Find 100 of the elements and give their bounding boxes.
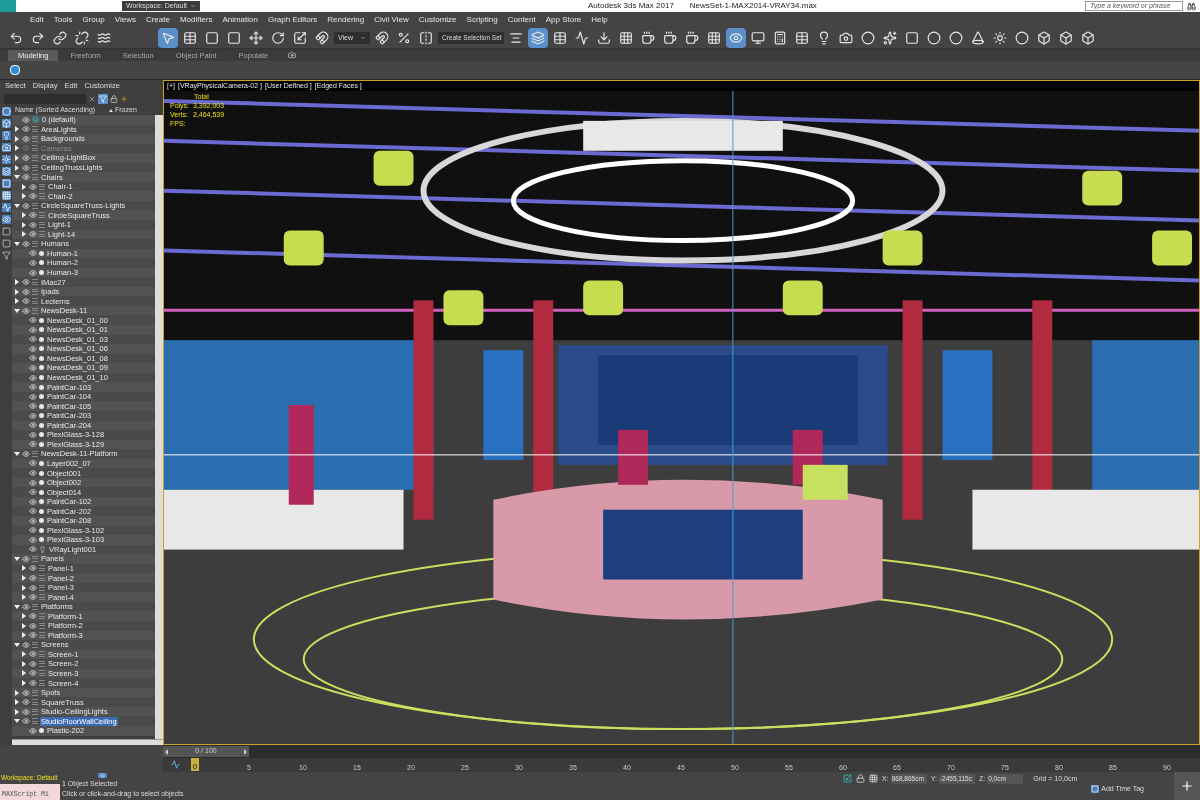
menu-item[interactable]: Rendering [327, 14, 365, 26]
cursor-icon[interactable] [158, 28, 178, 48]
visibility-eye-icon[interactable] [29, 516, 37, 525]
visibility-eye-icon[interactable] [22, 239, 30, 248]
menu-item[interactable]: Group [82, 14, 105, 26]
menu-item[interactable]: Customize [418, 14, 457, 26]
visibility-eye-icon[interactable] [29, 679, 37, 688]
menu-item[interactable]: Content [507, 14, 536, 26]
visibility-eye-icon[interactable] [22, 449, 30, 458]
curve-icon[interactable] [171, 760, 180, 769]
visibility-eye-icon[interactable] [29, 421, 37, 430]
lightbulb-icon [39, 545, 46, 553]
menu-item[interactable]: Graph Editors [267, 14, 318, 26]
visibility-eye-icon[interactable] [22, 153, 30, 162]
visibility-eye-icon[interactable] [22, 707, 30, 716]
visibility-eye-icon[interactable] [29, 488, 37, 497]
visibility-eye-icon[interactable] [29, 430, 37, 439]
layer-icon [39, 575, 45, 581]
visibility-eye-icon[interactable] [29, 593, 37, 602]
layer-icon [39, 231, 45, 238]
visibility-eye-icon[interactable] [29, 344, 37, 353]
vertical-scrollbar[interactable] [155, 115, 163, 739]
visibility-eye-icon[interactable] [29, 621, 37, 630]
visibility-eye-icon[interactable] [29, 612, 37, 621]
link-icon[interactable] [50, 28, 70, 48]
layer-icon [39, 632, 45, 639]
menu-item[interactable]: Edit [30, 14, 44, 26]
layer-icon [32, 641, 38, 648]
visibility-eye-icon[interactable] [29, 507, 37, 516]
layer-icon [39, 660, 45, 667]
visibility-eye-icon[interactable] [22, 306, 30, 315]
layer-icon [39, 565, 45, 572]
menu-item[interactable]: Views [114, 14, 136, 26]
isolate-icon[interactable] [843, 774, 853, 783]
layer-icon [39, 622, 45, 629]
visibility-eye-icon[interactable] [22, 278, 30, 287]
clear-icon[interactable] [88, 95, 96, 103]
left-caret-icon [165, 748, 168, 755]
visibility-eye-icon[interactable] [29, 192, 37, 201]
menu-item[interactable]: Civil View [374, 14, 409, 26]
visibility-eye-icon[interactable] [29, 659, 37, 668]
menu-item[interactable]: Modifiers [179, 14, 213, 26]
lock-icon[interactable] [110, 95, 118, 103]
layer-icon [32, 135, 38, 142]
visibility-eye-icon[interactable] [22, 297, 30, 306]
lock-icon[interactable] [856, 774, 866, 783]
explorer-tool-icon[interactable] [1, 167, 11, 176]
layer-icon [32, 174, 38, 181]
explorer-tool-icon[interactable] [1, 251, 11, 260]
explorer-toggle-icon[interactable] [10, 65, 20, 75]
horizontal-scrollbar[interactable] [12, 739, 163, 745]
add-icon[interactable] [1174, 772, 1200, 800]
visibility-eye-icon[interactable] [22, 698, 30, 707]
grid-icon[interactable] [869, 774, 879, 783]
menu-item[interactable]: Create [145, 14, 170, 26]
visibility-eye-icon[interactable] [29, 230, 37, 239]
visibility-eye-icon[interactable] [29, 258, 37, 267]
binoculars-icon[interactable] [1187, 1, 1196, 11]
explorer-tool-icon[interactable] [1, 155, 11, 164]
layer-icon [32, 689, 38, 696]
visibility-eye-icon[interactable] [22, 201, 30, 210]
visibility-eye-icon[interactable] [29, 726, 37, 735]
menu-item[interactable]: Scripting [466, 14, 498, 26]
visibility-eye-icon[interactable] [29, 411, 37, 420]
layer-icon [39, 193, 45, 200]
expanded-triangle-icon[interactable] [14, 556, 20, 561]
visibility-eye-icon[interactable] [22, 173, 30, 182]
visibility-eye-icon[interactable] [29, 316, 37, 325]
visibility-eye-icon[interactable] [29, 631, 37, 640]
visibility-eye-icon[interactable] [22, 134, 30, 143]
explorer-tool-icon[interactable] [1, 131, 11, 140]
menu-item[interactable]: Tools [53, 14, 73, 26]
visibility-eye-icon[interactable] [29, 383, 37, 392]
menu-item[interactable]: Help [591, 14, 608, 26]
add-layer-icon[interactable] [120, 95, 128, 103]
camera-icon[interactable] [288, 51, 297, 59]
expanded-triangle-icon[interactable] [14, 241, 20, 246]
expanded-triangle-icon[interactable] [14, 451, 20, 456]
visibility-eye-icon[interactable] [29, 402, 37, 411]
visibility-eye-icon[interactable] [29, 211, 37, 220]
current-frame-marker[interactable]: 0 [191, 758, 199, 771]
visibility-eye-icon[interactable] [22, 554, 30, 563]
visibility-eye-icon[interactable] [22, 717, 30, 726]
visibility-eye-icon[interactable] [29, 325, 37, 334]
layer-icon [32, 699, 38, 706]
visibility-eye-icon[interactable] [29, 335, 37, 344]
visibility-eye-icon[interactable] [29, 220, 37, 229]
visibility-eye-icon[interactable] [22, 115, 30, 124]
visibility-eye-icon[interactable] [22, 125, 30, 134]
visibility-eye-icon[interactable] [29, 535, 37, 544]
menu-item[interactable]: App Store [545, 14, 582, 26]
layer-icon [32, 298, 38, 305]
unlink-icon[interactable] [72, 28, 92, 48]
eye-icon[interactable] [726, 28, 746, 48]
visibility-eye-icon[interactable] [22, 602, 30, 611]
expanded-triangle-icon[interactable] [14, 642, 20, 647]
menu-item[interactable]: Animation [222, 14, 258, 26]
visibility-eye-icon[interactable] [29, 526, 37, 535]
layers-icon[interactable] [528, 28, 548, 48]
visibility-eye-icon[interactable] [22, 640, 30, 649]
